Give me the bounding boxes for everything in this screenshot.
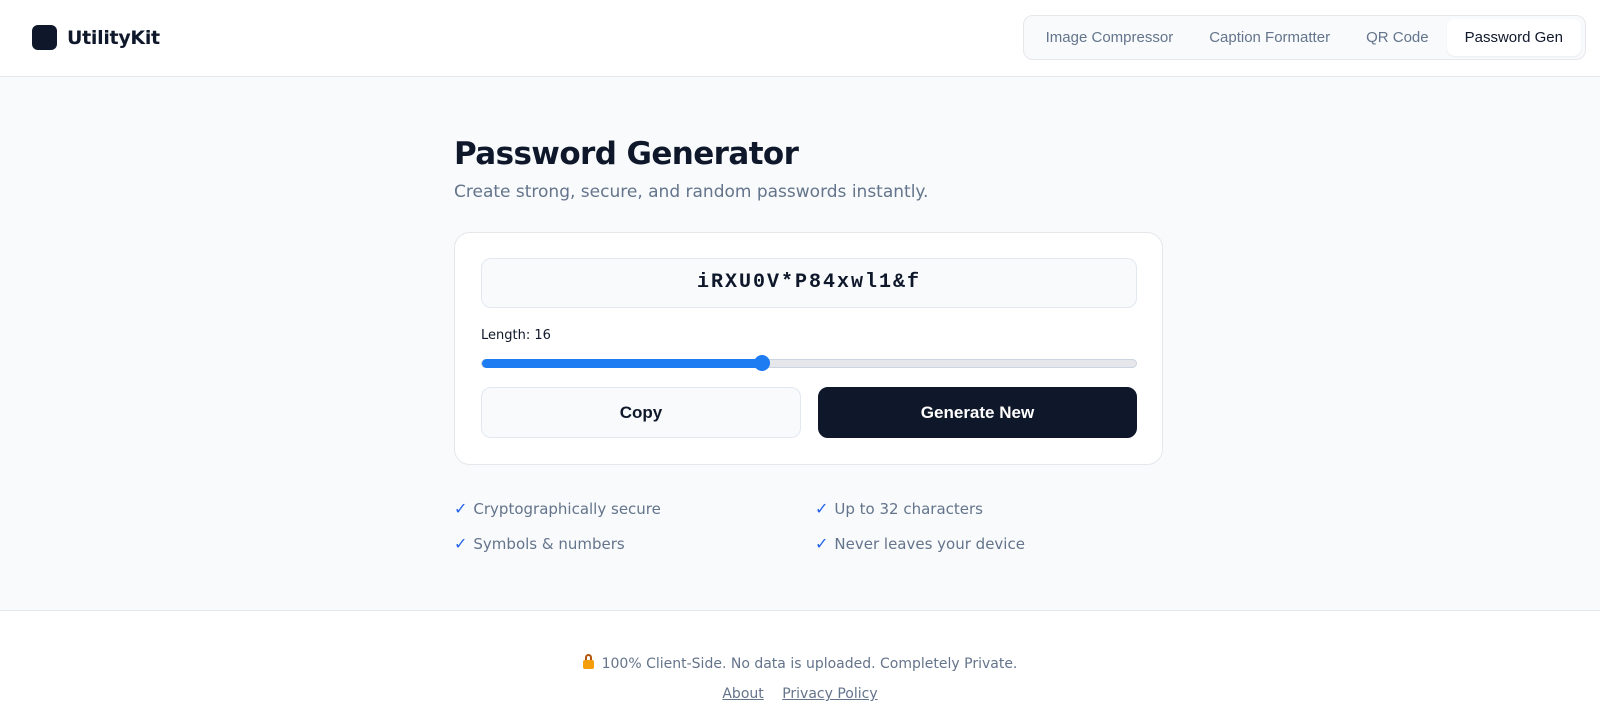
privacy-policy-link[interactable]: Privacy Policy — [782, 686, 877, 702]
copy-button[interactable]: Copy — [481, 387, 801, 438]
page-subtitle: Create strong, secure, and random passwo… — [454, 182, 929, 202]
feature-item: ✓ Never leaves your device — [815, 534, 1025, 553]
square-logo-icon — [32, 25, 57, 50]
check-icon: ✓ — [454, 499, 468, 518]
privacy-note: 100% Client-Side. No data is uploaded. C… — [0, 654, 1600, 672]
nav-tab-password-gen[interactable]: Password Gen — [1446, 19, 1581, 56]
feature-item: ✓ Up to 32 characters — [815, 499, 983, 518]
feature-item: ✓ Cryptographically secure — [454, 499, 661, 518]
generator-card: iRXU0V*P84xwl1&f Length: 16 Copy Generat… — [454, 232, 1163, 465]
top-header: UtilityKit Image Compressor Caption Form… — [0, 0, 1600, 77]
slider-thumb[interactable] — [754, 355, 771, 371]
lock-icon — [582, 654, 594, 669]
logo[interactable]: UtilityKit — [32, 25, 160, 50]
nav-tab-qr-code[interactable]: QR Code — [1348, 19, 1447, 56]
check-icon: ✓ — [454, 534, 468, 553]
length-label: Length: 16 — [481, 328, 551, 343]
app-name: UtilityKit — [67, 26, 160, 49]
generate-new-button[interactable]: Generate New — [818, 387, 1137, 438]
length-slider[interactable] — [481, 355, 1137, 371]
feature-item: ✓ Symbols & numbers — [454, 534, 625, 553]
check-icon: ✓ — [815, 534, 829, 553]
slider-fill — [482, 359, 763, 368]
page-title: Password Generator — [454, 136, 799, 172]
password-output[interactable]: iRXU0V*P84xwl1&f — [481, 258, 1137, 308]
nav-tab-image-compressor[interactable]: Image Compressor — [1028, 19, 1192, 56]
footer-links: About Privacy Policy — [0, 686, 1600, 702]
nav-tab-caption-formatter[interactable]: Caption Formatter — [1191, 19, 1348, 56]
footer: 100% Client-Side. No data is uploaded. C… — [0, 610, 1600, 724]
tool-nav: Image Compressor Caption Formatter QR Co… — [1022, 15, 1586, 60]
about-link[interactable]: About — [722, 686, 763, 702]
check-icon: ✓ — [815, 499, 829, 518]
